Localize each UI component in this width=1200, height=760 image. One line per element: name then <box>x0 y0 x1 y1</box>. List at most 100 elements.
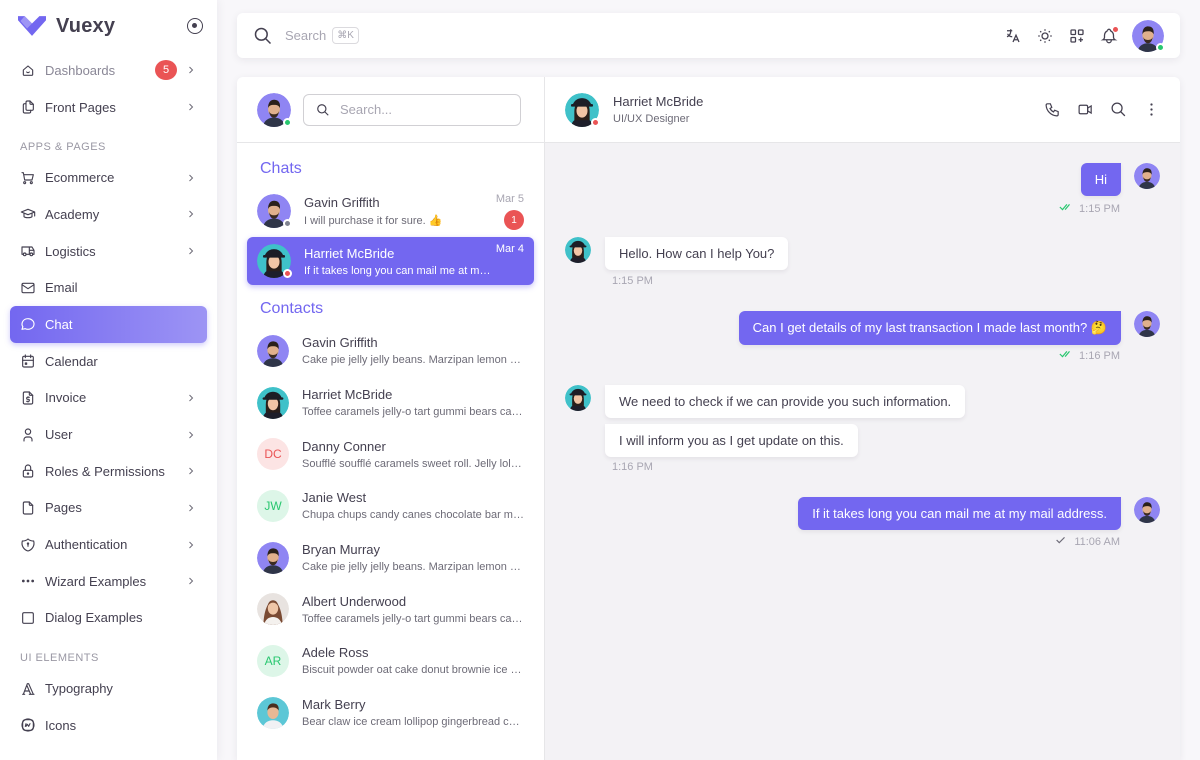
brand: Vuexy <box>0 0 217 52</box>
sidebar-item-roles-permissions[interactable]: Roles & Permissions <box>10 453 207 490</box>
incoming-message-bubble: I will inform you as I get update on thi… <box>605 424 858 457</box>
contact-list-item[interactable]: Albert Underwood Toffee caramels jelly-o … <box>247 583 534 635</box>
video-icon[interactable] <box>1077 101 1094 118</box>
search-shortcut: ⌘K <box>332 27 359 44</box>
online-status <box>1156 42 1165 52</box>
chat-date: Mar 4 <box>495 243 524 255</box>
contact-list-item[interactable]: Mark Berry Bear claw ice cream lollipop g… <box>247 687 534 739</box>
shortcuts-icon[interactable] <box>1068 27 1086 45</box>
sidebar-item-label: Ecommerce <box>45 170 115 186</box>
message-time: 1:15 PM <box>612 275 653 287</box>
sidebar-item-invoice[interactable]: Invoice <box>10 380 207 417</box>
sidebar-item-label: Dashboards <box>45 62 116 78</box>
sidebar-item-ecommerce[interactable]: Ecommerce <box>10 159 207 196</box>
phone-icon[interactable] <box>1044 101 1061 118</box>
contact-avatar <box>1134 311 1160 337</box>
contact-about: Biscuit powder oat cake donut brownie ic… <box>302 664 524 677</box>
chat-contact-name: Gavin Griffith <box>304 195 380 210</box>
lock-icon <box>20 463 36 479</box>
global-search-input[interactable]: Search <box>285 28 326 43</box>
shield-icon <box>20 537 36 553</box>
contact-name: Gavin Griffith <box>302 335 378 351</box>
language-icon[interactable] <box>1004 27 1022 45</box>
menu-toggle-icon[interactable] <box>187 18 203 34</box>
contact-avatar <box>565 385 591 411</box>
contact-avatar <box>257 386 289 419</box>
sidebar-item-user[interactable]: User <box>10 416 207 453</box>
sidebar-item-front-pages[interactable]: Front Pages <box>10 89 207 126</box>
chat-list-item[interactable]: Harriet McBride If it takes long you can … <box>247 237 534 285</box>
chat-list-item[interactable]: Gavin Griffith I will purchase it for sur… <box>247 187 534 235</box>
sidebar-item-calendar[interactable]: Calendar <box>10 343 207 380</box>
contact-avatar <box>257 593 289 626</box>
sidebar-item-academy[interactable]: Academy <box>10 196 207 233</box>
sidebar-item-label: Roles & Permissions <box>45 463 165 479</box>
nav-section-apps: APPS & PAGES <box>20 141 106 154</box>
contact-list-item[interactable]: JW Janie West Chupa chups candy canes choc… <box>247 480 534 532</box>
top-navbar: Search ⌘K <box>237 13 1180 58</box>
contact-name: Mark Berry <box>302 697 366 713</box>
sun-icon[interactable] <box>1036 27 1054 45</box>
sidebar-item-wizard-examples[interactable]: Wizard Examples <box>10 563 207 600</box>
sidebar-item-chat[interactable]: Chat <box>10 306 207 343</box>
sidebar-item-typography[interactable]: Typography <box>10 670 207 707</box>
sidebar-item-logistics[interactable]: Logistics <box>10 233 207 270</box>
contact-list-item[interactable]: Gavin Griffith Cake pie jelly jelly beans… <box>247 325 534 377</box>
chat-message: Hi <box>1080 163 1160 196</box>
calendar-icon <box>20 353 36 369</box>
brand-name: Vuexy <box>56 14 116 37</box>
search-icon[interactable] <box>1110 101 1127 118</box>
sidebar-item-dialog-examples[interactable]: Dialog Examples <box>10 600 207 637</box>
incoming-message-bubble: We need to check if we can provide you s… <box>605 385 966 418</box>
contact-list-item[interactable]: DC Danny Conner Soufflé soufflé caramels s… <box>247 428 534 480</box>
sidebar-item-label: Chat <box>45 316 73 332</box>
contact-about: Toffee caramels jelly-o tart gummi bears… <box>302 406 524 419</box>
chat-search-placeholder: Search... <box>340 102 393 117</box>
chevron-right-icon <box>185 429 197 441</box>
contact-list-item[interactable]: AR Adele Ross Biscuit powder oat cake donu… <box>247 635 534 687</box>
avatar-image <box>1134 311 1160 337</box>
contact-name: Janie West <box>302 490 367 506</box>
sidebar-item-pages[interactable]: Pages <box>10 490 207 527</box>
sidebar-item-label: Pages <box>45 500 82 516</box>
user-avatar[interactable] <box>1132 19 1165 52</box>
message-time: 1:16 PM <box>612 461 653 473</box>
sidebar-item-label: Authentication <box>45 537 128 553</box>
notification-bell[interactable] <box>1100 25 1119 45</box>
message-timestamp: 1:16 PM <box>612 461 653 473</box>
contact-avatar <box>257 541 289 574</box>
chat-date: Mar 5 <box>495 193 524 205</box>
square-icon <box>20 610 36 626</box>
more-vertical-icon[interactable] <box>1143 101 1160 118</box>
sidebar-item-email[interactable]: Email <box>10 269 207 306</box>
chevron-right-icon <box>185 208 197 220</box>
graduation-cap-icon <box>20 206 36 222</box>
sidebar-item-label: Front Pages <box>45 99 116 115</box>
shopping-cart-icon <box>20 170 36 186</box>
avatar-image <box>257 334 289 367</box>
message-circle-icon <box>20 316 36 332</box>
contact-list-item[interactable]: Harriet McBride Toffee caramels jelly-o t… <box>247 377 534 429</box>
search-icon <box>317 103 329 116</box>
chevron-right-icon <box>185 539 197 551</box>
contact-about: Soufflé soufflé caramels sweet roll. Jel… <box>302 457 524 470</box>
sidebar-item-icons[interactable]: Icons <box>10 707 207 744</box>
sidebar-item-dashboards[interactable]: Dashboards 5 <box>10 52 207 89</box>
nav-section-ui: UI ELEMENTS <box>20 652 99 665</box>
contact-avatar[interactable] <box>565 92 600 127</box>
smart-home-icon <box>20 62 36 78</box>
sidebar-item-authentication[interactable]: Authentication <box>10 526 207 563</box>
contact-avatar <box>1134 497 1160 523</box>
search-icon[interactable] <box>253 26 273 46</box>
sidebar-item-label: Invoice <box>45 390 87 406</box>
sidebar-item-label: Typography <box>45 681 113 697</box>
chat-sidebar: Search... Chats Gavin Griffith I will pur… <box>237 77 545 760</box>
mail-icon <box>20 280 36 296</box>
my-avatar[interactable] <box>257 92 292 127</box>
contact-name: Adele Ross <box>302 645 369 661</box>
chat-search-input[interactable]: Search... <box>303 93 521 126</box>
chat-message: Hello. How can I help You? <box>565 237 789 270</box>
contact-list-item[interactable]: Bryan Murray Cake pie jelly jelly beans. … <box>247 532 534 584</box>
chat-message: We need to check if we can provide you s… <box>565 385 966 457</box>
vuexy-logo-icon <box>18 16 46 36</box>
